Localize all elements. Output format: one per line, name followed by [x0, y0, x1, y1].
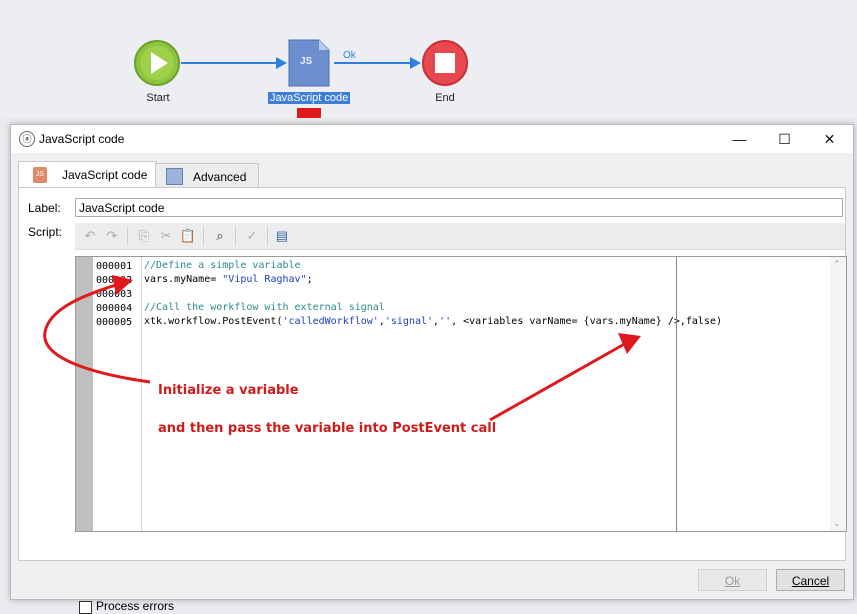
close-button[interactable]: ✕ [807, 125, 852, 153]
line-numbers: 000001 000002 000003 000004 000005 [96, 260, 142, 330]
app-icon: ⓐ [19, 131, 35, 147]
annotation-text-1: Initialize a variable [158, 383, 299, 398]
edge-line [676, 257, 677, 531]
end-activity[interactable] [422, 40, 468, 86]
process-errors-checkbox[interactable] [79, 601, 92, 614]
paste-icon[interactable]: 📋 [179, 227, 197, 245]
minimize-button[interactable]: — [717, 125, 762, 153]
js-file-icon: JS [33, 167, 47, 183]
scroll-down-icon: ⌄ [833, 518, 841, 528]
tab-label: Advanced [193, 170, 247, 184]
copy-icon[interactable]: ⎘ [135, 227, 153, 245]
annotation-text-2: and then pass the variable into PostEven… [158, 421, 497, 436]
insert-field-icon[interactable]: ▤ [273, 227, 291, 245]
scroll-up-icon: ⌃ [833, 259, 841, 269]
settings-icon [166, 168, 183, 185]
end-label: End [435, 92, 455, 104]
js-icon-text: JS [300, 56, 313, 67]
javascript-code-dialog: ⓐ JavaScript code — ☐ ✕ JS JavaScript co… [10, 124, 854, 614]
stop-icon [435, 53, 455, 73]
ok-button[interactable]: Ok [698, 569, 767, 591]
check-syntax-icon[interactable]: ✓ [243, 227, 261, 245]
dialog-title: JavaScript code [39, 132, 125, 146]
line-number: 000003 [96, 289, 133, 300]
vertical-scrollbar[interactable]: ⌃ ⌄ [830, 257, 846, 531]
cut-icon[interactable]: ✂ [157, 227, 175, 245]
code-line-5: xtk.workflow.PostEvent('calledWorkflow',… [144, 316, 723, 327]
redo-icon[interactable]: ↷ [103, 227, 121, 245]
maximize-button[interactable]: ☐ [762, 125, 807, 153]
start-activity[interactable] [134, 40, 180, 86]
tab-panel: Label: JavaScript code Script: ↶ ↷ ⎘ ✂ 📋… [18, 187, 847, 614]
code-line-2: vars.myName= "Vipul Raghav"; [144, 274, 313, 285]
line-number: 000004 [96, 303, 133, 314]
script-label: Script: [28, 225, 63, 239]
title-bar: ⓐ JavaScript code — ☐ ✕ [11, 125, 853, 153]
process-errors-label: Process errors [96, 599, 175, 613]
transition-label: Ok [343, 50, 356, 61]
tab-label: JavaScript code [62, 168, 148, 182]
start-label: Start [146, 92, 170, 104]
code-line-1: //Define a simple variable [144, 260, 301, 271]
script-toolbar: ↶ ↷ ⎘ ✂ 📋 ⌕ ✓ ▤ [75, 223, 845, 250]
label-field-label: Label: [28, 201, 61, 215]
cancel-button[interactable]: Cancel [776, 569, 845, 591]
workflow-diagram [134, 39, 468, 118]
tab-advanced[interactable]: Advanced [155, 163, 259, 188]
label-input[interactable]: JavaScript code [75, 198, 843, 217]
editor-gutter [76, 257, 93, 531]
undo-icon[interactable]: ↶ [81, 227, 99, 245]
line-number: 000005 [96, 317, 133, 328]
line-number: 000002 [96, 275, 133, 286]
find-icon[interactable]: ⌕ [211, 227, 229, 245]
js-activity-label[interactable]: JavaScript code [268, 92, 351, 104]
code-line-4: //Call the workflow with external signal [144, 302, 385, 313]
line-number: 000001 [96, 261, 133, 272]
tab-javascript-code[interactable]: JS JavaScript code [18, 161, 157, 188]
workflow-canvas: Start JS JavaScript code Ok End [0, 0, 857, 118]
